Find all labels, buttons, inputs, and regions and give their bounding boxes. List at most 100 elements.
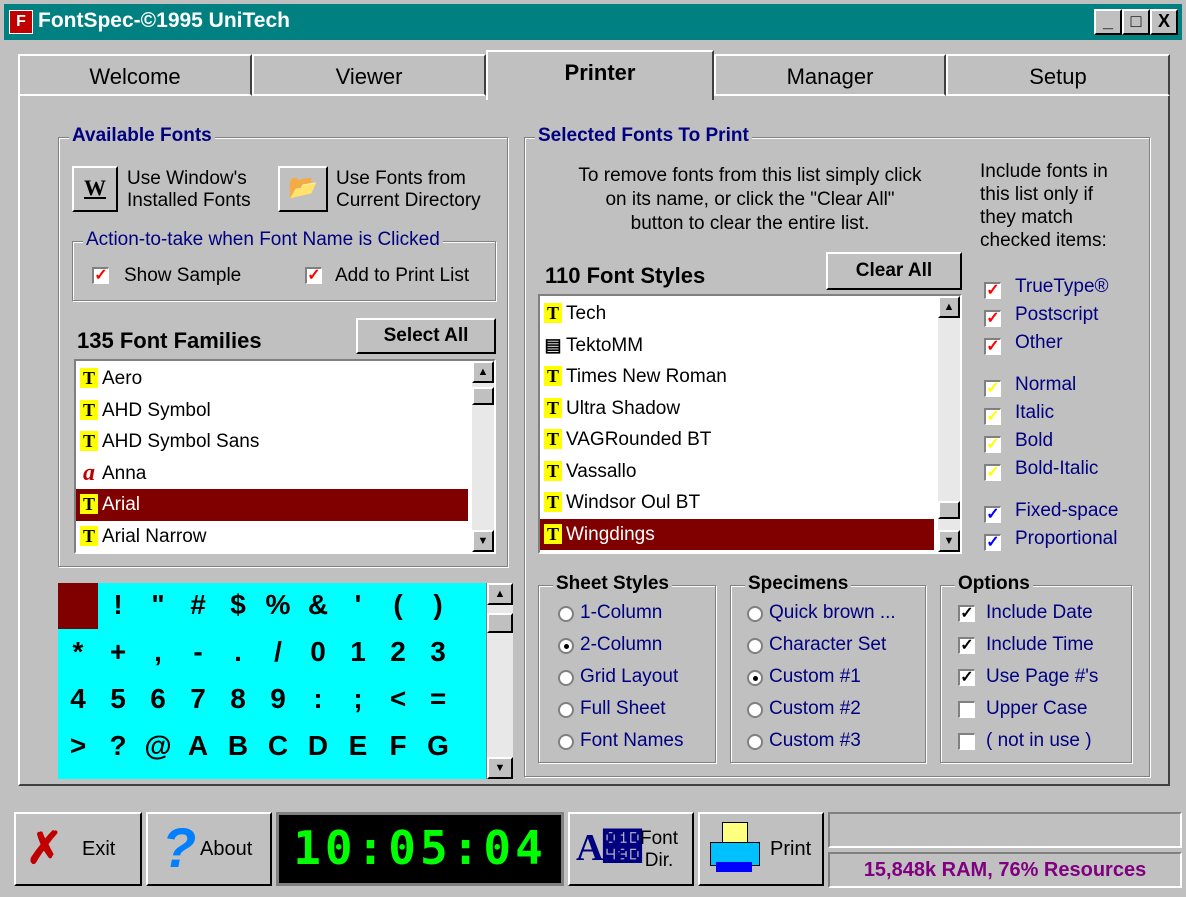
- installed-fonts-label: Use Window's Installed Fonts: [127, 168, 251, 211]
- char-cell: 9: [270, 683, 286, 714]
- filter-checkbox[interactable]: ✓: [984, 338, 1001, 355]
- char-cell: >: [69, 730, 87, 761]
- selected-font-item[interactable]: ▤ TektoMM: [540, 330, 934, 362]
- char-cell: 7: [190, 683, 206, 714]
- char-cell: [58, 583, 98, 629]
- font-family-item[interactable]: T AHD Symbol: [76, 395, 468, 427]
- font-families-list[interactable]: T Aero T AHD Symbol T AHD Symbol Sans a Anna T Ar…: [74, 359, 496, 554]
- clear-all-button[interactable]: Clear All: [826, 252, 962, 290]
- char-cell: B: [227, 730, 249, 761]
- scroll-down-arrow[interactable]: ▼: [472, 530, 494, 552]
- minimize-button[interactable]: _: [1094, 9, 1122, 35]
- selected-scroll-down-arrow[interactable]: ▼: [938, 530, 960, 552]
- font-family-item[interactable]: T Arial Narrow: [76, 521, 468, 553]
- add-to-print-checkbox[interactable]: ✓: [305, 267, 322, 284]
- font-dir-button[interactable]: A𝒝 Font Dir.: [568, 812, 694, 886]
- installed-fonts-button[interactable]: W: [72, 166, 118, 212]
- selected-scroll-thumb[interactable]: [938, 501, 960, 519]
- close-button[interactable]: X: [1150, 9, 1178, 35]
- filter-checkbox[interactable]: ✓: [984, 408, 1001, 425]
- charset-scroll-thumb[interactable]: [487, 613, 513, 633]
- selected-font-item[interactable]: T Times New Roman: [540, 361, 934, 393]
- option-label: Use Page #'s: [986, 666, 1099, 687]
- char-cell: 5: [110, 683, 126, 714]
- printer-icon: [708, 822, 760, 876]
- specimens-radio[interactable]: [747, 670, 763, 686]
- selected-font-item[interactable]: T Ultra Shadow: [540, 393, 934, 425]
- about-button[interactable]: ? About: [146, 812, 272, 886]
- tab-printer[interactable]: Printer: [486, 50, 714, 100]
- include-note: Include fonts in this list only if they …: [980, 161, 1108, 251]
- sheet-styles-radio[interactable]: [558, 638, 574, 654]
- option-checkbox[interactable]: [958, 701, 975, 718]
- sheet-styles-label: Grid Layout: [580, 666, 679, 687]
- scroll-thumb[interactable]: [472, 387, 494, 405]
- families-scrollbar[interactable]: ▲ ▼: [472, 361, 494, 552]
- selected-font-item[interactable]: T Windsor Oul BT: [540, 487, 934, 519]
- filter-checkbox[interactable]: ✓: [984, 464, 1001, 481]
- maximize-button[interactable]: □: [1122, 9, 1150, 35]
- sheet-styles-title: Sheet Styles: [553, 573, 672, 595]
- char-cell: ): [433, 589, 443, 620]
- selected-font-item[interactable]: T Vassallo: [540, 456, 934, 488]
- char-cell: 8: [230, 683, 246, 714]
- sheet-styles-radio[interactable]: [558, 702, 574, 718]
- charset-scroll-down-arrow[interactable]: ▼: [487, 757, 513, 779]
- specimens-label: Character Set: [769, 634, 887, 655]
- option-checkbox[interactable]: ✓: [958, 669, 975, 686]
- specimens-radio[interactable]: [747, 734, 763, 750]
- option-checkbox[interactable]: [958, 733, 975, 750]
- specimens-label: Custom #1: [769, 666, 861, 687]
- filter-checkbox[interactable]: ✓: [984, 310, 1001, 327]
- tab-viewer[interactable]: Viewer: [252, 54, 486, 96]
- option-checkbox[interactable]: ✓: [958, 637, 975, 654]
- filter-checkbox[interactable]: ✓: [984, 534, 1001, 551]
- sheet-styles-radio[interactable]: [558, 734, 574, 750]
- sheet-styles-radio[interactable]: [558, 606, 574, 622]
- font-family-item[interactable]: T AHD Symbol Sans: [76, 426, 468, 458]
- font-family-item[interactable]: T Aero: [76, 363, 468, 395]
- charset-scrollbar[interactable]: ▲ ▼: [486, 583, 513, 779]
- tab-welcome[interactable]: Welcome: [18, 54, 252, 96]
- filter-checkbox[interactable]: ✓: [984, 380, 1001, 397]
- option-checkbox[interactable]: ✓: [958, 605, 975, 622]
- specimens-radio[interactable]: [747, 606, 763, 622]
- filter-checkbox[interactable]: ✓: [984, 282, 1001, 299]
- selected-font-item[interactable]: T Tech: [540, 298, 934, 330]
- selected-fonts-list[interactable]: T Tech ▤ TektoMM T Times New Roman T Ultra Shad…: [538, 294, 962, 554]
- status-panel-top: [828, 812, 1182, 848]
- show-sample-checkbox[interactable]: ✓: [92, 267, 109, 284]
- folder-open-icon: 📂: [288, 174, 318, 201]
- about-label: About: [200, 838, 253, 860]
- filter-label: TrueType®: [1015, 276, 1109, 297]
- current-dir-button[interactable]: 📂: [278, 166, 328, 212]
- tab-setup[interactable]: Setup: [946, 54, 1170, 96]
- specimens-label: Quick brown ...: [769, 602, 896, 623]
- exit-button[interactable]: ✗ Exit: [14, 812, 142, 886]
- selected-scrollbar[interactable]: ▲ ▼: [938, 296, 960, 552]
- char-cell: *: [72, 636, 84, 667]
- select-all-button[interactable]: Select All: [356, 318, 496, 354]
- app-icon[interactable]: F: [9, 10, 33, 34]
- char-cell: 6: [150, 683, 166, 714]
- selected-scroll-up-arrow[interactable]: ▲: [938, 296, 960, 318]
- filter-label: Postscript: [1015, 304, 1099, 325]
- char-cell: 3: [430, 636, 446, 667]
- exit-label: Exit: [82, 838, 116, 860]
- specimens-radio[interactable]: [747, 638, 763, 654]
- char-cell: G: [427, 730, 449, 761]
- font-family-item[interactable]: a Anna: [76, 458, 468, 490]
- tab-manager[interactable]: Manager: [714, 54, 946, 96]
- font-family-item[interactable]: T Arial: [76, 489, 468, 521]
- sheet-styles-radio[interactable]: [558, 670, 574, 686]
- specimens-radio[interactable]: [747, 702, 763, 718]
- filter-checkbox[interactable]: ✓: [984, 436, 1001, 453]
- char-cell: D: [307, 730, 329, 761]
- charset-scroll-up-arrow[interactable]: ▲: [487, 583, 513, 605]
- selected-font-item[interactable]: T Wingdings: [540, 518, 934, 550]
- title-bar[interactable]: F FontSpec-©1995 UniTech _ □ X: [4, 4, 1182, 40]
- selected-font-item[interactable]: T VAGRounded BT: [540, 424, 934, 456]
- filter-checkbox[interactable]: ✓: [984, 506, 1001, 523]
- scroll-up-arrow[interactable]: ▲: [472, 361, 494, 383]
- print-button[interactable]: Print: [698, 812, 824, 886]
